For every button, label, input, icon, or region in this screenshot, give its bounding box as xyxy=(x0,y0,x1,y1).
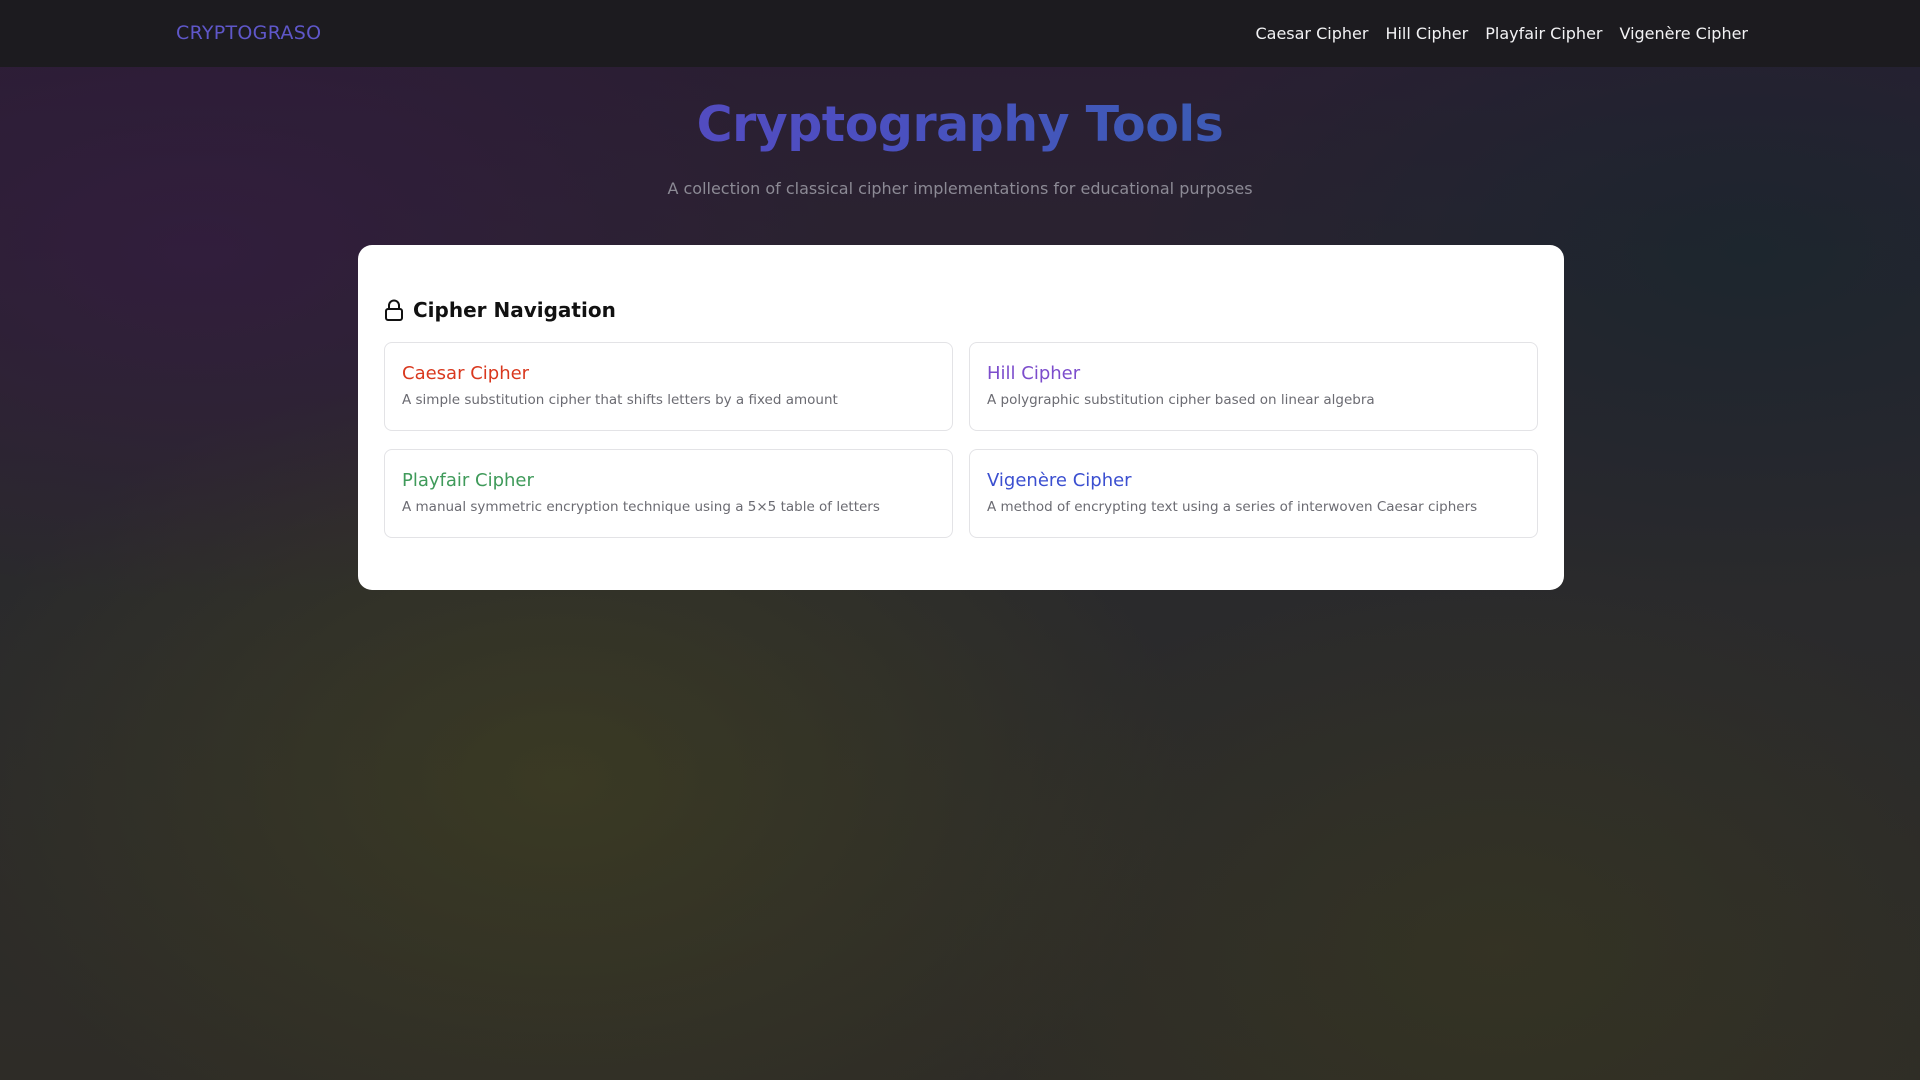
cipher-card-description: A polygraphic substitution cipher based … xyxy=(987,392,1375,408)
cipher-card-description: A method of encrypting text using a seri… xyxy=(987,499,1478,515)
cipher-card-title: Hill Cipher xyxy=(987,363,1081,384)
cipher-card-title: Playfair Cipher xyxy=(402,470,534,491)
lock-icon xyxy=(384,299,404,321)
cipher-card-title: Caesar Cipher xyxy=(402,363,530,384)
nav-link-playfair-cipher[interactable]: Playfair Cipher xyxy=(1485,24,1602,43)
cipher-card-title: Vigenère Cipher xyxy=(987,470,1132,491)
cipher-navigation-card: Cipher Navigation Caesar Cipher A simple… xyxy=(358,245,1564,590)
card-header: Cipher Navigation xyxy=(384,297,616,323)
cipher-card-description: A manual symmetric encryption technique … xyxy=(402,499,880,515)
brand-logo[interactable]: CRYPTOGRASO xyxy=(176,0,321,67)
top-navbar: CRYPTOGRASO Caesar Cipher Hill Cipher Pl… xyxy=(0,0,1920,67)
nav-links: Caesar Cipher Hill Cipher Playfair Ciphe… xyxy=(1255,0,1748,67)
cipher-card-vigenere[interactable]: Vigenère Cipher A method of encrypting t… xyxy=(969,449,1538,538)
nav-link-vigenere-cipher[interactable]: Vigenère Cipher xyxy=(1619,24,1748,43)
page-subtitle: A collection of classical cipher impleme… xyxy=(667,179,1253,198)
nav-link-caesar-cipher[interactable]: Caesar Cipher xyxy=(1255,24,1368,43)
nav-link-hill-cipher[interactable]: Hill Cipher xyxy=(1385,24,1468,43)
cipher-card-playfair[interactable]: Playfair Cipher A manual symmetric encry… xyxy=(384,449,953,538)
card-title: Cipher Navigation xyxy=(413,298,616,322)
cipher-card-caesar[interactable]: Caesar Cipher A simple substitution ciph… xyxy=(384,342,953,431)
page-title: Cryptography Tools xyxy=(0,96,1920,153)
cipher-card-hill[interactable]: Hill Cipher A polygraphic substitution c… xyxy=(969,342,1538,431)
cipher-card-description: A simple substitution cipher that shifts… xyxy=(402,392,838,408)
